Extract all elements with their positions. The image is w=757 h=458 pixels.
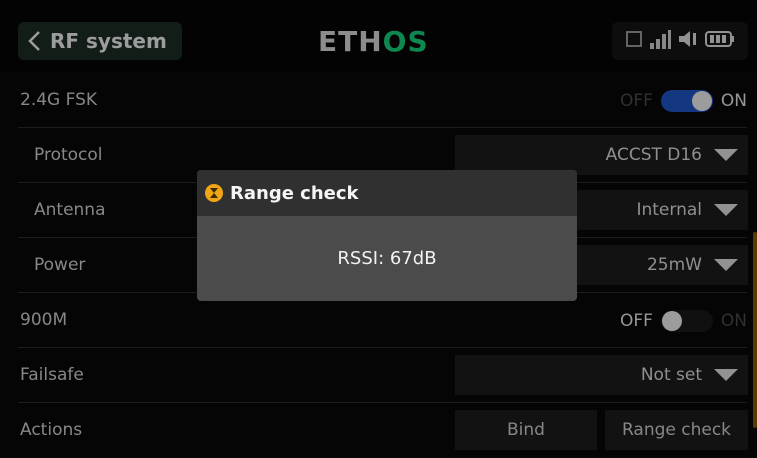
toggle-knob bbox=[691, 90, 712, 111]
dialog-header: Range check bbox=[197, 170, 577, 216]
row-label: Actions bbox=[20, 420, 83, 440]
toggle-switch[interactable] bbox=[660, 89, 713, 112]
toggle-off-label: OFF bbox=[619, 310, 653, 331]
page-title: RF system bbox=[50, 29, 167, 53]
row-label: Protocol bbox=[34, 145, 103, 165]
back-button[interactable]: RF system bbox=[18, 22, 182, 60]
row-actions: Actions Bind Range check bbox=[0, 403, 757, 458]
toggle-on-label: ON bbox=[720, 90, 747, 111]
row-label: Antenna bbox=[34, 200, 106, 220]
title-bar: RF system ETH OS bbox=[0, 0, 757, 72]
hourglass-icon bbox=[205, 184, 223, 202]
dropdown-arrow-icon bbox=[714, 204, 738, 216]
toggle-switch[interactable] bbox=[660, 309, 713, 332]
row-label: Failsafe bbox=[20, 365, 84, 385]
speaker-icon bbox=[677, 28, 699, 54]
toggle-knob bbox=[661, 310, 682, 331]
lock-icon bbox=[625, 30, 643, 52]
row-failsafe: Failsafe Not set bbox=[0, 348, 757, 403]
range-check-dialog: Range check RSSI: 67dB bbox=[197, 170, 577, 301]
dialog-message: RSSI: 67dB bbox=[337, 248, 437, 269]
ethos-logo: ETH OS bbox=[318, 24, 429, 58]
scrollbar[interactable] bbox=[753, 232, 757, 428]
status-bar[interactable] bbox=[612, 22, 748, 60]
row-label: 900M bbox=[20, 310, 68, 330]
900m-toggle[interactable]: OFF ON bbox=[620, 293, 747, 348]
row-900m: 900M OFF ON bbox=[0, 293, 757, 348]
signal-icon bbox=[649, 28, 671, 54]
range-check-button[interactable]: Range check bbox=[605, 410, 748, 450]
bind-button[interactable]: Bind bbox=[455, 410, 597, 450]
row-label: 2.4G FSK bbox=[20, 90, 98, 110]
toggle-off-label: OFF bbox=[619, 90, 653, 111]
toggle-on-label: ON bbox=[720, 310, 747, 331]
battery-icon bbox=[705, 29, 735, 53]
row-24g-fsk: 2.4G FSK OFF ON bbox=[0, 73, 757, 128]
fsk-toggle[interactable]: OFF ON bbox=[620, 73, 747, 128]
select-value: Internal bbox=[636, 200, 702, 220]
dropdown-arrow-icon bbox=[714, 259, 738, 271]
select-value: Not set bbox=[640, 365, 702, 385]
row-label: Power bbox=[34, 255, 86, 275]
select-value: 25mW bbox=[646, 255, 702, 275]
dialog-title: Range check bbox=[230, 182, 359, 204]
select-value: ACCST D16 bbox=[605, 145, 702, 165]
dropdown-arrow-icon bbox=[714, 149, 738, 161]
failsafe-select[interactable]: Not set bbox=[455, 355, 748, 395]
chevron-left-icon bbox=[18, 22, 50, 60]
protocol-select[interactable]: ACCST D16 bbox=[455, 135, 748, 175]
dropdown-arrow-icon bbox=[714, 369, 738, 381]
